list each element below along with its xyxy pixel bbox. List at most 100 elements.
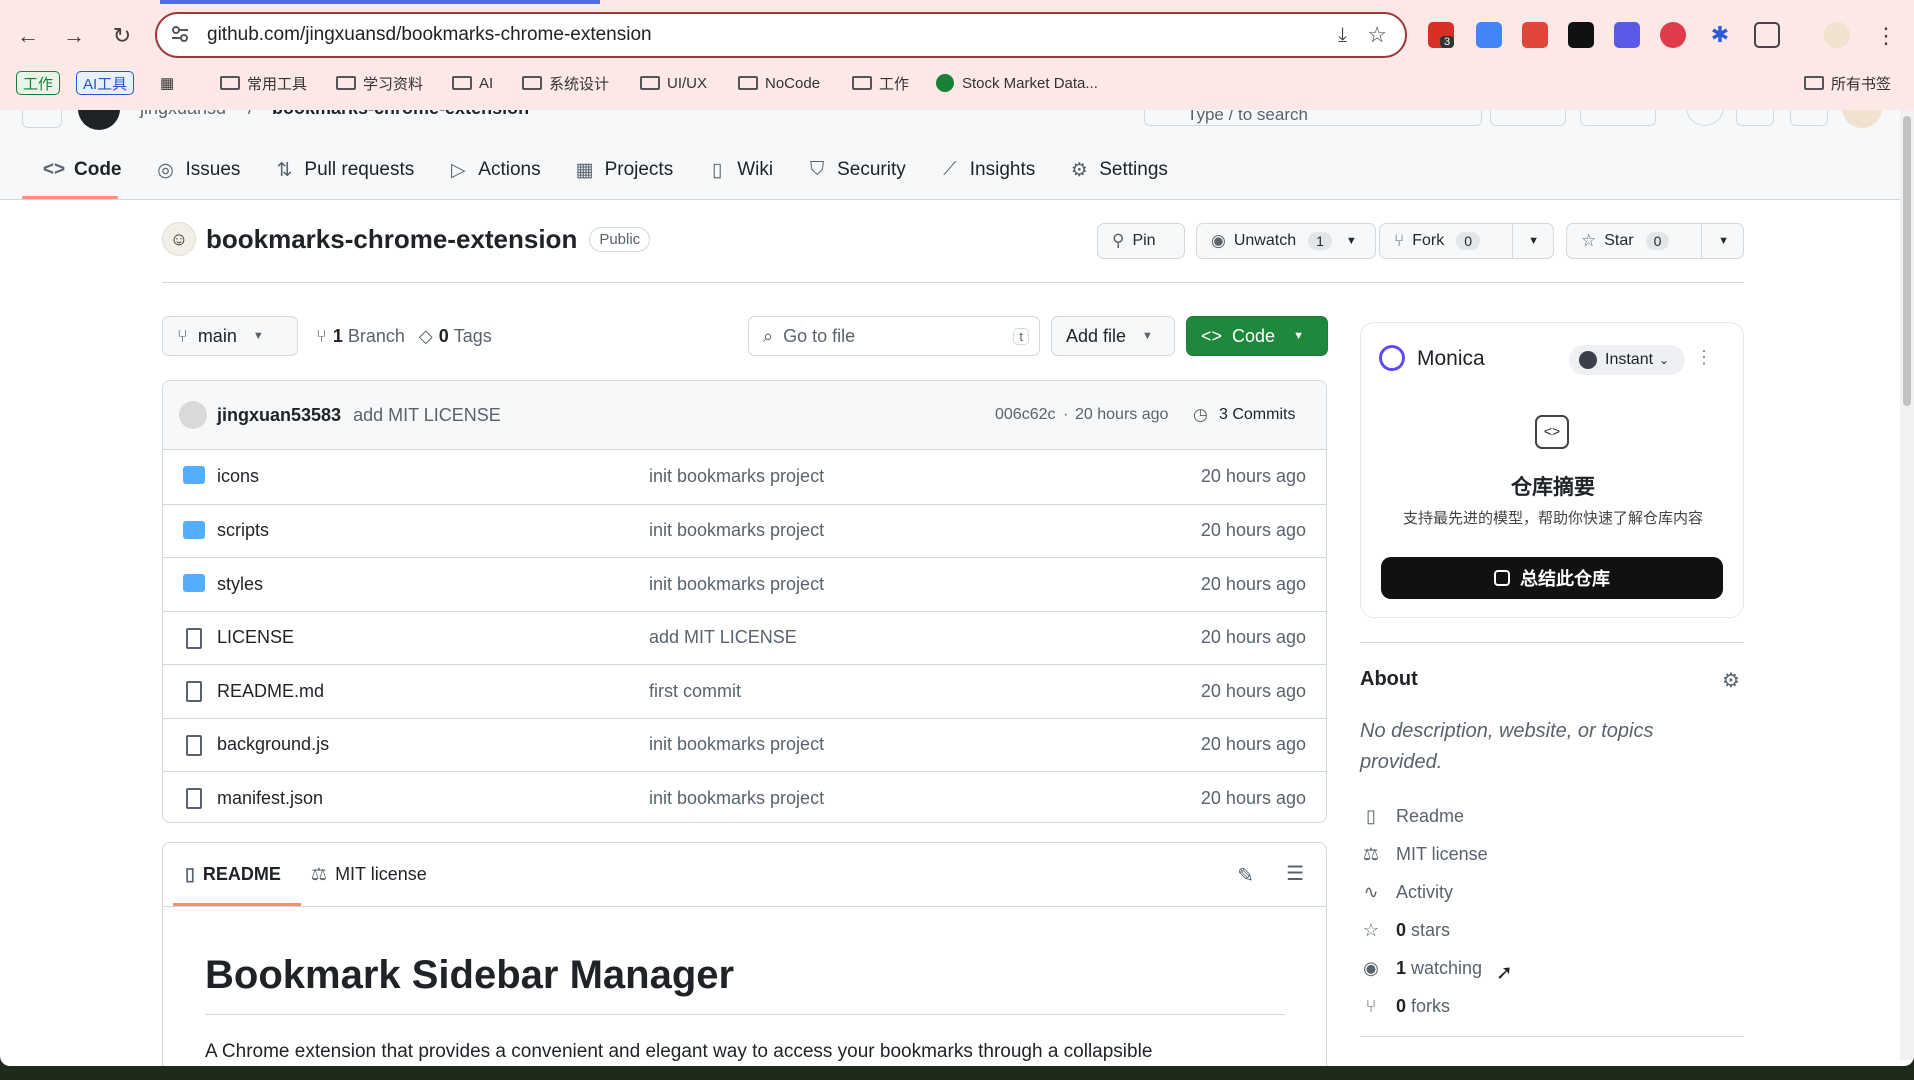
unwatch-button[interactable]: ◉ Unwatch 1 ▼ — [1196, 223, 1376, 259]
translate-icon[interactable] — [1476, 22, 1502, 48]
file-row[interactable]: scripts init bookmarks project 20 hours ag… — [163, 503, 1326, 558]
tab-readme[interactable]: ▯ README — [185, 843, 281, 907]
author-avatar[interactable] — [179, 401, 207, 429]
file-commit-message[interactable]: add MIT LICENSE — [649, 627, 797, 648]
tab-code[interactable]: <> Code — [28, 148, 138, 192]
scrollbar-thumb[interactable] — [1903, 116, 1911, 406]
bookmark-stock[interactable]: Stock Market Data... — [936, 70, 1098, 96]
more-options-icon[interactable]: ⋮ — [1695, 347, 1713, 368]
bookmark-folder[interactable]: 系统设计 — [522, 70, 609, 96]
page-scrollbar[interactable] — [1900, 110, 1914, 1060]
pull-requests-icon[interactable] — [1736, 110, 1774, 126]
owner-breadcrumb[interactable]: jingxuansd — [140, 110, 226, 119]
commits-link[interactable]: 3 Commits — [1219, 406, 1295, 424]
issues-icon[interactable] — [1686, 110, 1724, 126]
bookmark-star-icon[interactable]: ☆ — [1367, 22, 1387, 48]
browser-menu-icon[interactable]: ⋮ — [1870, 20, 1902, 52]
bookmark-folder[interactable]: AI — [452, 70, 493, 96]
tab-mit-license[interactable]: ⚖ MIT license — [311, 843, 427, 907]
file-row[interactable]: background.js init bookmarks project 20 ho… — [163, 717, 1326, 772]
tag-ai-tools[interactable]: AI工具 — [76, 71, 135, 95]
bookmark-folder[interactable]: 常用工具 — [220, 70, 307, 96]
tag-work[interactable]: 工作 — [16, 71, 61, 95]
user-avatar[interactable] — [1842, 110, 1882, 128]
file-name[interactable]: scripts — [217, 520, 269, 541]
hamburger-menu-icon[interactable] — [22, 110, 62, 128]
file-commit-message[interactable]: init bookmarks project — [649, 520, 824, 541]
todoist-icon[interactable] — [1522, 22, 1548, 48]
file-row[interactable]: manifest.json init bookmarks project 20 ho… — [163, 771, 1326, 822]
puzzle-icon[interactable]: ✱ — [1707, 22, 1733, 48]
branch-select-button[interactable]: ⑂ main ▼ — [162, 316, 298, 356]
tab-projects[interactable]: ▦ Projects — [559, 148, 690, 192]
apps-grid-icon[interactable]: ▦ — [160, 70, 174, 96]
github-search-input[interactable]: Type / to search — [1144, 110, 1482, 126]
file-row[interactable]: icons init bookmarks project 20 hours ago — [163, 450, 1326, 504]
go-to-file-input[interactable]: ⌕ Go to file t — [748, 316, 1040, 356]
file-commit-message[interactable]: init bookmarks project — [649, 788, 824, 809]
gear-icon[interactable]: ⚙ — [1722, 668, 1740, 693]
about-link-readme[interactable]: ▯ Readme — [1360, 806, 1464, 827]
medium-icon[interactable] — [1568, 22, 1594, 48]
tab-actions[interactable]: ▷ Actions — [432, 148, 556, 192]
add-file-button[interactable]: Add file ▼ — [1051, 316, 1175, 356]
tab-insights[interactable]: ⟋ Insights — [924, 148, 1051, 192]
reload-icon[interactable]: ↻ — [106, 20, 138, 52]
tags-link[interactable]: ◇ 0 Tags — [419, 326, 492, 347]
file-commit-message[interactable]: init bookmarks project — [649, 574, 824, 595]
summarize-repo-button[interactable]: 总结此仓库 — [1381, 557, 1723, 599]
profile-avatar[interactable] — [1824, 22, 1850, 48]
tab-pull-requests[interactable]: ⇅ Pull requests — [258, 148, 430, 192]
about-link-stars[interactable]: ☆ 0 stars — [1360, 920, 1450, 941]
pin-button[interactable]: ⚲ Pin — [1097, 223, 1185, 259]
about-link-mit-license[interactable]: ⚖ MIT license — [1360, 844, 1488, 865]
file-name[interactable]: background.js — [217, 734, 329, 755]
bookmark-folder[interactable]: 学习资料 — [336, 70, 423, 96]
copilot-button[interactable] — [1490, 110, 1566, 126]
about-link-forks[interactable]: ⑂ 0 forks — [1360, 996, 1450, 1017]
file-row[interactable]: styles init bookmarks project 20 hours ago — [163, 557, 1326, 611]
chevron-down-icon[interactable]: ▼ — [1528, 235, 1539, 247]
back-icon[interactable]: ← — [12, 20, 44, 52]
mode-select[interactable]: Instant ⌄ — [1569, 345, 1685, 375]
extensions-menu-icon[interactable] — [1754, 22, 1780, 48]
d-extension-icon[interactable] — [1614, 22, 1640, 48]
github-logo-icon[interactable] — [78, 110, 120, 130]
about-link-activity[interactable]: ∿ Activity — [1360, 882, 1453, 903]
code-button[interactable]: <> Code ▼ — [1186, 316, 1328, 356]
branches-link[interactable]: ⑂ 1 Branch — [316, 326, 405, 347]
file-name[interactable]: manifest.json — [217, 788, 323, 809]
about-link-watching[interactable]: ◉ 1 watching — [1360, 958, 1482, 979]
file-row[interactable]: LICENSE add MIT LICENSE 20 hours ago — [163, 610, 1326, 665]
bookmark-folder[interactable]: 工作 — [852, 70, 909, 96]
file-name[interactable]: LICENSE — [217, 627, 294, 648]
file-commit-message[interactable]: init bookmarks project — [649, 466, 824, 487]
inbox-icon[interactable] — [1790, 110, 1828, 126]
commit-author[interactable]: jingxuan53583 — [217, 405, 341, 426]
commit-hash[interactable]: 006c62c — [995, 406, 1056, 424]
site-settings-icon[interactable] — [169, 23, 191, 45]
repo-owner-avatar[interactable]: ☺ — [162, 222, 196, 256]
file-row[interactable]: README.md first commit 20 hours ago — [163, 664, 1326, 718]
repo-breadcrumb[interactable]: bookmarks-chrome-extension — [272, 110, 529, 119]
edit-pencil-icon[interactable]: ✎ — [1237, 863, 1254, 888]
file-name[interactable]: icons — [217, 466, 259, 487]
file-name[interactable]: styles — [217, 574, 263, 595]
tab-issues[interactable]: ◎ Issues — [140, 148, 257, 192]
repo-name[interactable]: bookmarks-chrome-extension — [206, 224, 577, 255]
tab-settings[interactable]: ⚙ Settings — [1053, 148, 1184, 192]
fork-button[interactable]: ⑂ Fork 0 ▼ — [1379, 223, 1554, 259]
commit-message[interactable]: add MIT LICENSE — [353, 405, 501, 426]
address-bar[interactable]: github.com/jingxuansd/bookmarks-chrome-e… — [155, 12, 1407, 58]
file-commit-message[interactable]: init bookmarks project — [649, 734, 824, 755]
red-extension-icon[interactable] — [1660, 22, 1686, 48]
tab-wiki[interactable]: ▯ Wiki — [691, 148, 789, 192]
all-bookmarks[interactable]: 所有书签 — [1804, 70, 1891, 96]
bookmark-folder[interactable]: UI/UX — [640, 70, 707, 96]
chevron-down-icon[interactable]: ▼ — [1718, 235, 1729, 247]
create-new-button[interactable] — [1580, 110, 1656, 126]
outline-list-icon[interactable]: ☰ — [1286, 861, 1304, 886]
url-text[interactable]: github.com/jingxuansd/bookmarks-chrome-e… — [207, 24, 652, 46]
forward-icon[interactable]: → — [58, 20, 90, 52]
file-name[interactable]: README.md — [217, 681, 324, 702]
